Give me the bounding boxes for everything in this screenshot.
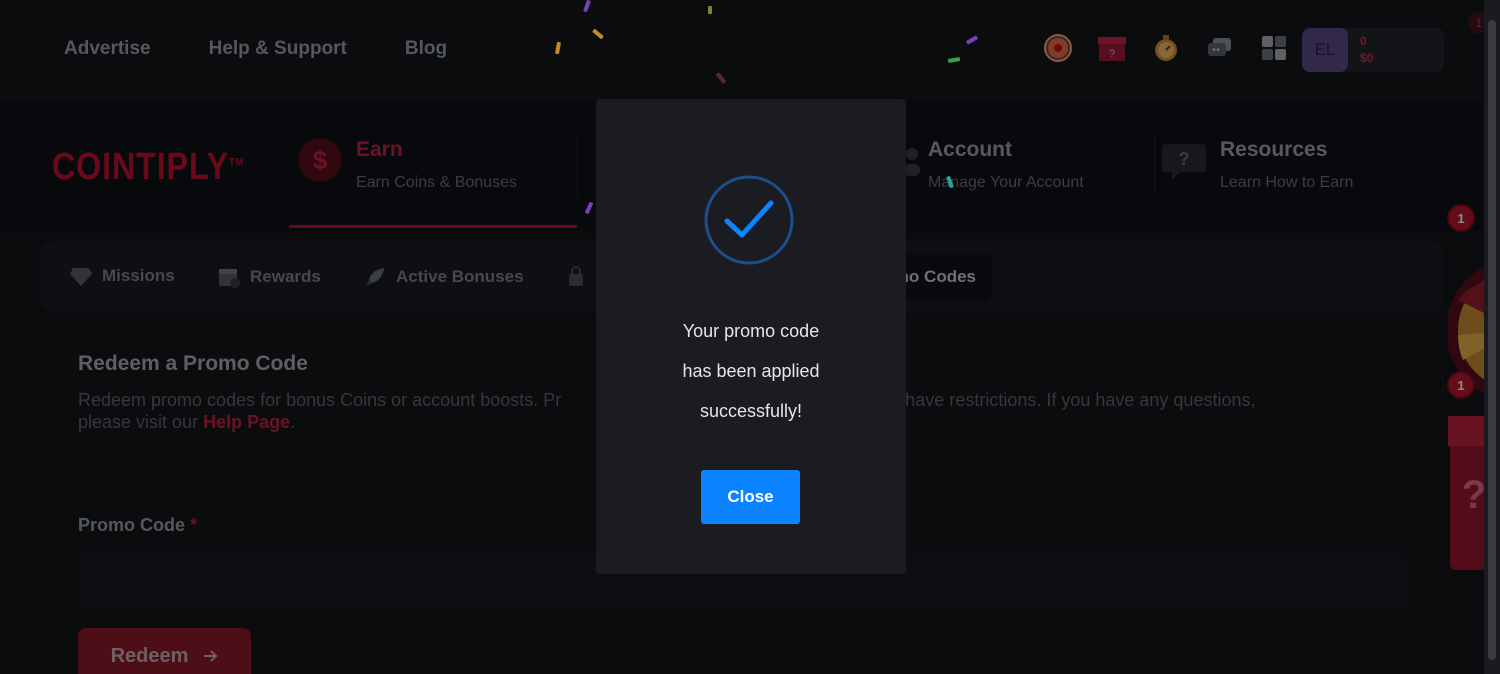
modal-message-line2: has been applied — [682, 361, 820, 381]
modal-message: Your promo code has been applied success… — [596, 311, 906, 431]
modal-message-line3: successfully! — [699, 401, 803, 421]
success-modal: Your promo code has been applied success… — [596, 99, 906, 574]
modal-message-line1: Your promo code — [682, 321, 820, 341]
scrollbar-thumb[interactable] — [1488, 20, 1496, 660]
close-button[interactable]: Close — [701, 470, 800, 524]
confetti-piece — [708, 6, 712, 14]
page: Advertise Help & Support Blog ? EL 0 $0 … — [0, 0, 1500, 674]
checkmark-icon — [704, 175, 794, 265]
